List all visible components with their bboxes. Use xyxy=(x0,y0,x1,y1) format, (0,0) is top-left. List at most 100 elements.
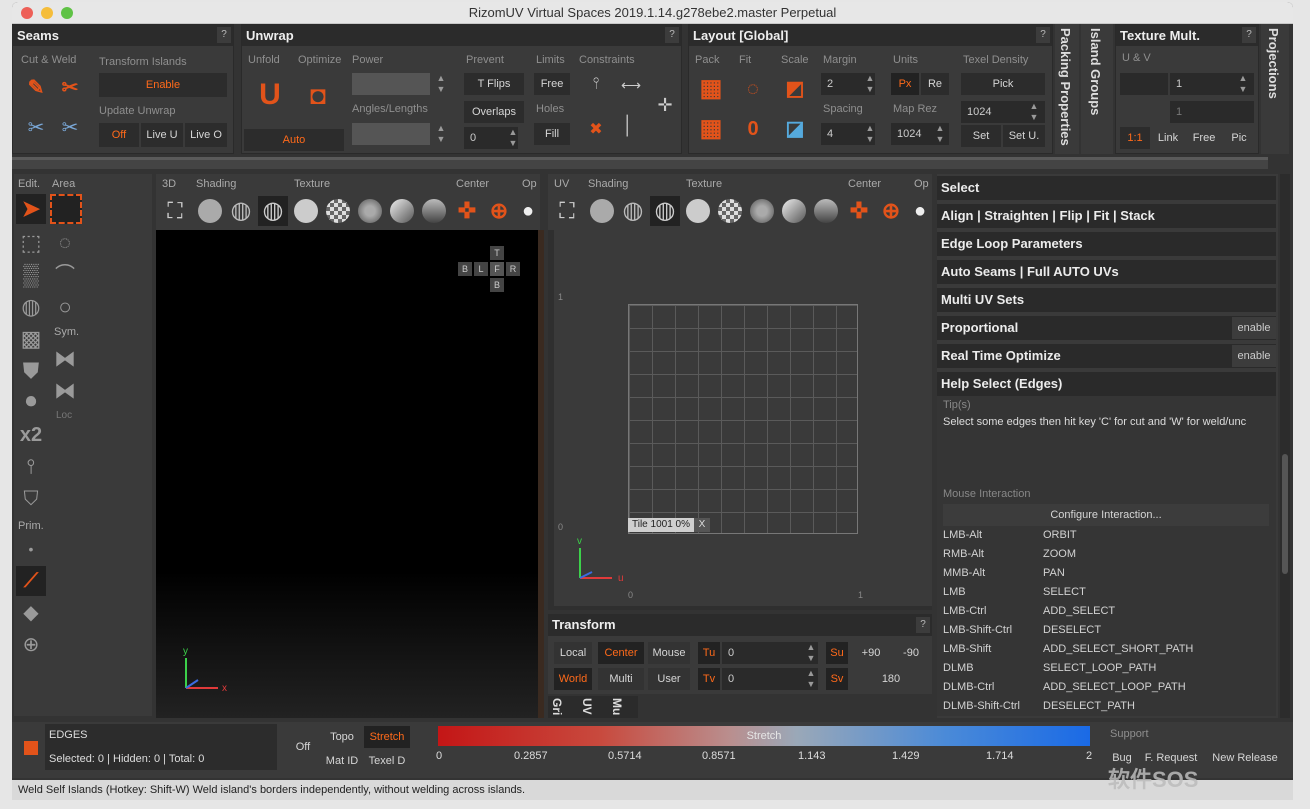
cut-tool-icon[interactable]: ⛊ xyxy=(16,356,46,386)
texture-mult-v-input[interactable]: 1 xyxy=(1170,101,1254,123)
zoom-window-button[interactable] xyxy=(61,7,73,19)
frame-3d-icon[interactable]: ⛶ xyxy=(160,196,190,226)
t-flips-button[interactable]: T Flips xyxy=(464,73,524,95)
view-cube-right[interactable]: R xyxy=(506,262,520,276)
uv-dots-texture-icon[interactable] xyxy=(750,199,774,223)
fill-button[interactable]: Fill xyxy=(534,123,570,145)
update-off-button[interactable]: Off xyxy=(99,123,139,147)
power-input[interactable] xyxy=(352,73,430,95)
right-panel-scrollbar[interactable] xyxy=(1280,174,1290,718)
real-time-enable-button[interactable]: enable xyxy=(1232,345,1276,367)
poly-select-icon[interactable]: ⌒ xyxy=(50,260,80,290)
projections-tab[interactable]: Projections xyxy=(1261,24,1289,154)
op-3d-toggle-icon[interactable]: ● xyxy=(518,196,538,226)
set-button[interactable]: Set xyxy=(961,125,1001,147)
overlaps-button[interactable]: Overlaps xyxy=(464,101,524,123)
one-to-one-button[interactable]: 1:1 xyxy=(1120,127,1150,149)
pin-icon[interactable]: ⫯ xyxy=(584,75,608,99)
tv-button[interactable]: Tv xyxy=(698,668,720,690)
edge-loop-section[interactable]: Edge Loop Parameters xyxy=(937,232,1276,256)
viewport-splitter[interactable] xyxy=(538,230,544,718)
live-u-button[interactable]: Live U xyxy=(141,123,183,147)
texel-stepper-icon[interactable]: ▲ ▼ xyxy=(1027,101,1041,123)
multi-button[interactable]: Multi xyxy=(598,668,644,690)
center-button[interactable]: Center xyxy=(598,642,644,664)
close-window-button[interactable] xyxy=(21,7,33,19)
wire-shading-icon[interactable]: ◍ xyxy=(226,196,256,226)
stretch-off-button[interactable]: Off xyxy=(288,736,318,758)
uv-no-texture-icon[interactable] xyxy=(686,199,710,223)
op-uv-toggle-icon[interactable]: ● xyxy=(910,196,930,226)
topo-button[interactable]: Topo xyxy=(322,726,362,748)
frame-uv-icon[interactable]: ⛶ xyxy=(552,196,582,226)
cross-constraint-icon[interactable]: ✛ xyxy=(650,95,680,125)
pic-button[interactable]: Pic xyxy=(1224,127,1254,149)
tile-close-button[interactable]: X xyxy=(694,518,710,532)
scale-islands-icon[interactable]: ◪ xyxy=(781,115,809,143)
dots-texture-icon[interactable] xyxy=(358,199,382,223)
vertex-mode-icon[interactable]: ⬚ xyxy=(16,228,46,258)
rotate-180-button[interactable]: 180 xyxy=(868,668,914,690)
tu-button[interactable]: Tu xyxy=(698,642,720,664)
free-button[interactable]: Free xyxy=(534,73,570,95)
packing-properties-tab[interactable]: Packing Properties xyxy=(1055,24,1079,154)
uv-tab[interactable]: UV xyxy=(580,698,594,715)
multi-uv-sets-section[interactable]: Multi UV Sets xyxy=(937,288,1276,312)
pin-tool-icon[interactable]: ⫯ xyxy=(16,452,46,482)
overlaps-stepper-icon[interactable]: ▲ ▼ xyxy=(506,127,520,149)
lasso-select-icon[interactable]: ◌ xyxy=(50,228,80,258)
center-selection-3d-icon[interactable]: ⊕ xyxy=(484,196,514,226)
texture-mult-u-stepper-icon[interactable]: ▲ ▼ xyxy=(1236,73,1250,95)
weld-islands-icon[interactable]: ✂ xyxy=(23,115,49,141)
layout-help-button[interactable]: ? xyxy=(1036,27,1050,43)
island-groups-tab[interactable]: Island Groups xyxy=(1081,24,1113,154)
uv-wire-shading-icon[interactable]: ◍ xyxy=(618,196,648,226)
minimize-window-button[interactable] xyxy=(41,7,53,19)
align-section[interactable]: Align | Straighten | Flip | Fit | Stack xyxy=(937,204,1276,228)
sv-button[interactable]: Sv xyxy=(826,668,848,690)
uv-flat-shading-icon[interactable] xyxy=(590,199,614,223)
view-cube-top[interactable]: T xyxy=(490,246,504,260)
tu-stepper-icon[interactable]: ▲ ▼ xyxy=(804,642,818,664)
proportional-section[interactable]: Proportional enable xyxy=(937,316,1276,340)
viewport-uv[interactable]: 1 0 0 1 Tile 1001 0% X v u xyxy=(548,230,932,610)
center-3d-icon[interactable]: ✜ xyxy=(452,196,482,226)
center-uv-icon[interactable]: ✜ xyxy=(844,196,874,226)
re-button[interactable]: Re xyxy=(921,73,949,95)
x2-icon[interactable]: x2 xyxy=(16,420,46,450)
face-primitive-icon[interactable]: ◆ xyxy=(16,598,46,628)
shield-icon[interactable]: ⛉ xyxy=(16,484,46,514)
scrollbar-thumb[interactable] xyxy=(1282,454,1288,574)
view-cube-back[interactable]: B xyxy=(458,262,472,276)
real-time-optimize-section[interactable]: Real Time Optimize enable xyxy=(937,344,1276,368)
texel-d-button[interactable]: Texel D xyxy=(364,750,410,772)
rectangle-select-icon[interactable] xyxy=(50,194,82,224)
uv-image-texture-icon[interactable] xyxy=(782,199,806,223)
tv-stepper-icon[interactable]: ▲ ▼ xyxy=(804,668,818,690)
margin-stepper-icon[interactable]: ▲ ▼ xyxy=(863,73,877,95)
remove-pin-icon[interactable]: ✖ xyxy=(584,119,608,143)
landscape-texture-icon[interactable] xyxy=(422,199,446,223)
uv-checker-texture-icon[interactable] xyxy=(718,199,742,223)
stretch-button[interactable]: Stretch xyxy=(364,726,410,748)
unwrap-help-button[interactable]: ? xyxy=(665,27,679,43)
optimize-icon[interactable]: ◘ xyxy=(302,79,334,111)
grid-tab[interactable]: Gri xyxy=(550,698,564,715)
px-button[interactable]: Px xyxy=(891,73,919,95)
horizontal-constraint-icon[interactable]: ⟷ xyxy=(616,77,646,97)
pick-button[interactable]: Pick xyxy=(961,73,1045,95)
texture-mult-color-input[interactable] xyxy=(1120,73,1168,95)
auto-button[interactable]: Auto xyxy=(244,129,344,151)
scale-icon[interactable]: ◩ xyxy=(781,75,809,103)
su-button[interactable]: Su xyxy=(826,642,848,664)
wire-lit-shading-icon[interactable]: ◍ xyxy=(258,196,288,226)
configure-interaction-button[interactable]: Configure Interaction... xyxy=(943,504,1269,526)
user-button[interactable]: User xyxy=(648,668,690,690)
fit-icon[interactable]: ◌ xyxy=(739,75,767,103)
flat-shading-icon[interactable] xyxy=(198,199,222,223)
multi-tab[interactable]: Mu xyxy=(610,698,624,715)
pack-icon[interactable]: ▦ xyxy=(697,75,725,103)
seams-help-button[interactable]: ? xyxy=(217,27,231,43)
unfold-icon[interactable]: U xyxy=(254,79,286,111)
angles-lengths-input[interactable] xyxy=(352,123,430,145)
